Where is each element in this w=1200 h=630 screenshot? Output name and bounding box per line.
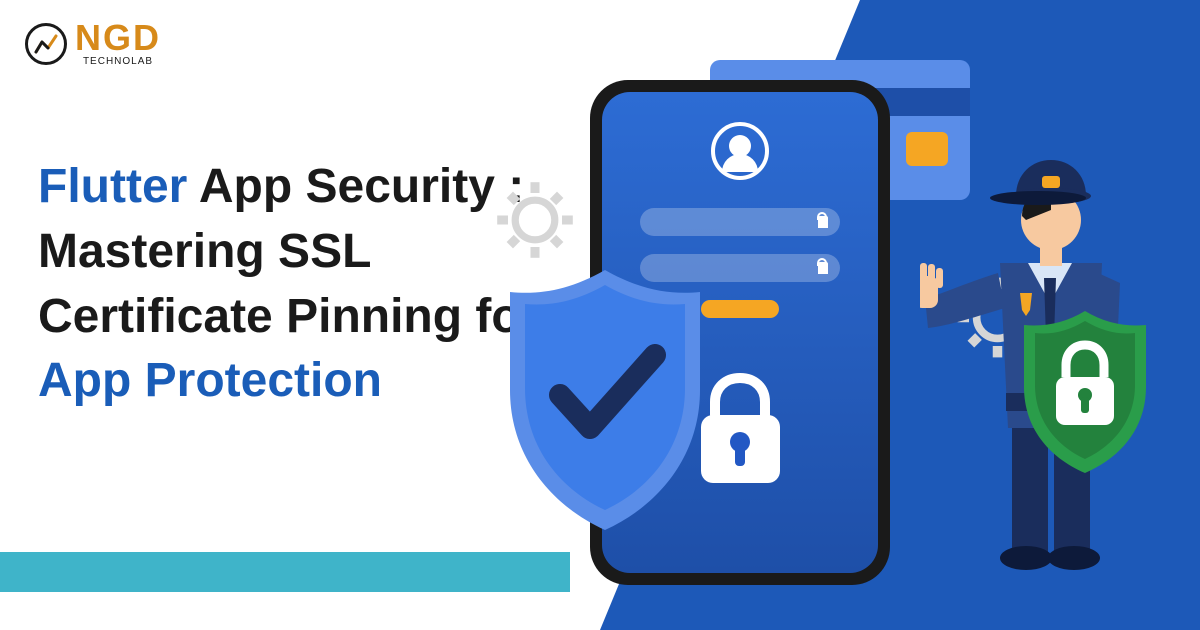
user-icon xyxy=(711,122,769,180)
username-field-graphic xyxy=(640,208,840,236)
shield-lock-icon xyxy=(1010,305,1160,480)
logo-tagline: TECHNOLAB xyxy=(75,56,161,67)
shield-check-icon xyxy=(490,260,720,540)
brand-logo: NGD TECHNOLAB xyxy=(25,20,161,67)
headline-part1: Flutter xyxy=(38,160,187,213)
headline-part3: App Protection xyxy=(38,354,382,407)
logo-name: NGD xyxy=(75,20,161,56)
gear-icon xyxy=(490,175,580,265)
chart-circle-icon xyxy=(25,23,67,65)
hero-illustration xyxy=(470,60,1170,600)
